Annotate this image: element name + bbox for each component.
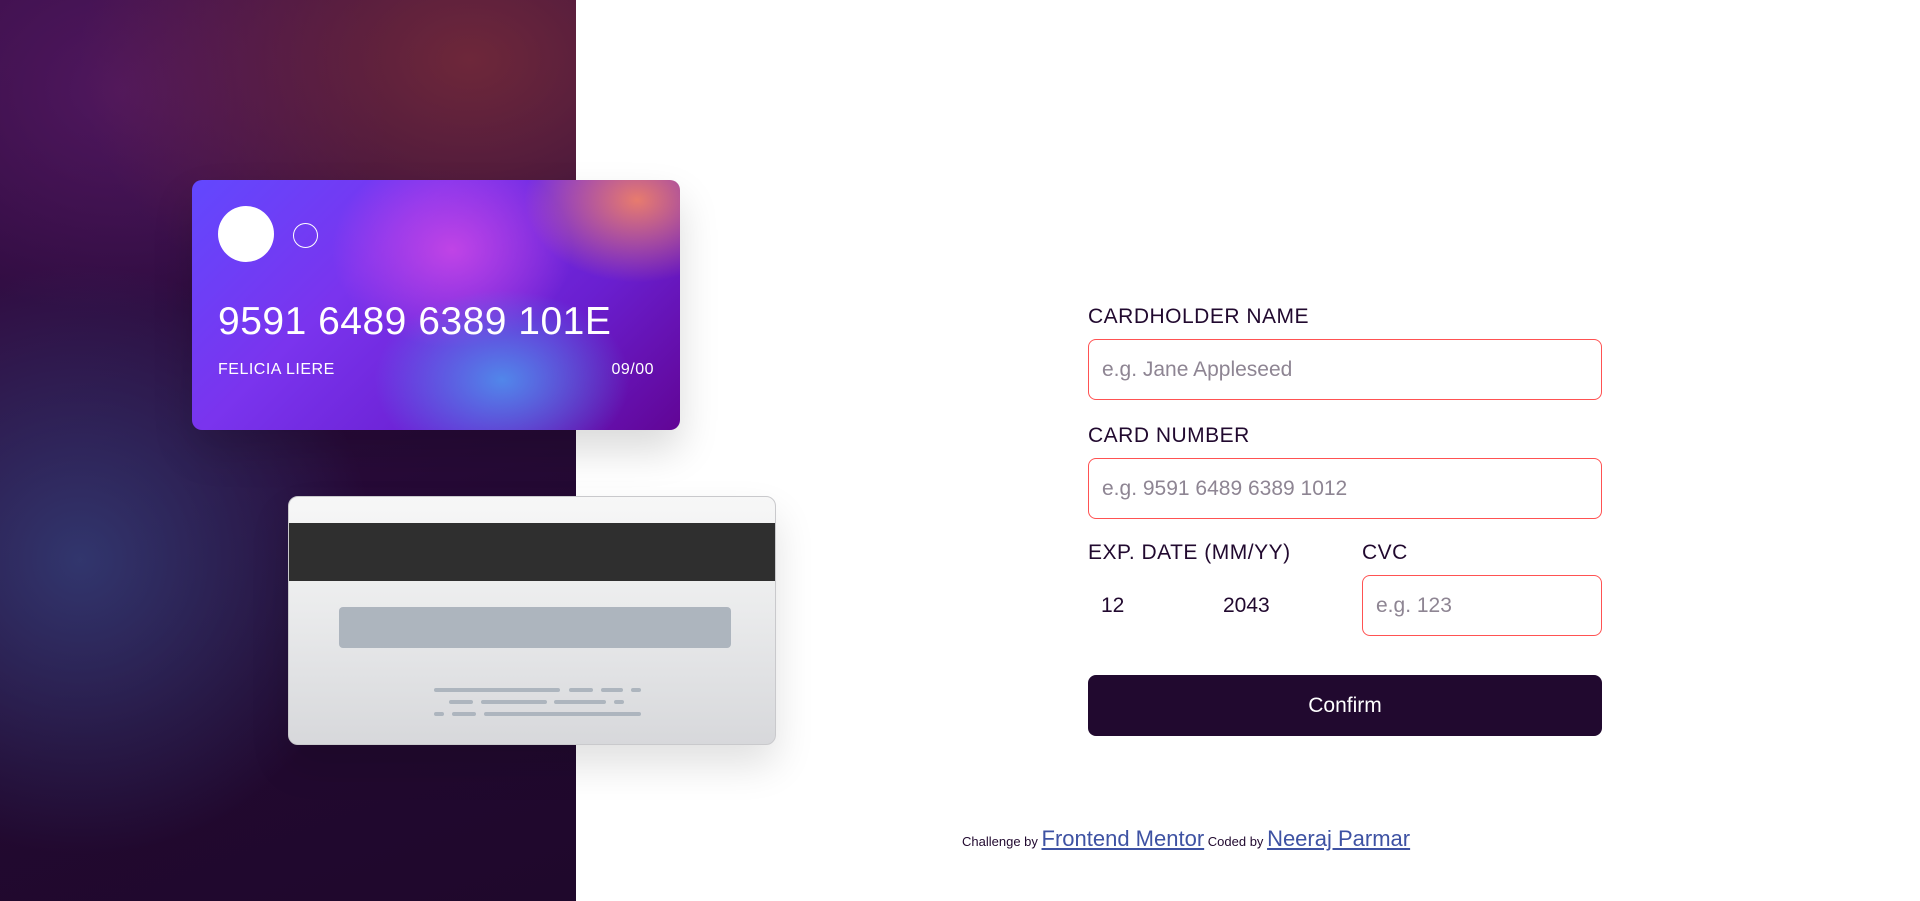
challenge-by-text: Challenge by [962, 834, 1038, 849]
expiry-month-input[interactable] [1088, 575, 1223, 636]
frontend-mentor-link[interactable]: Frontend Mentor [1042, 826, 1205, 851]
card-front-number: 9591 6489 6389 101E [218, 300, 612, 343]
cardholder-name-label: CARDHOLDER NAME [1088, 305, 1310, 328]
card-logo-outline-circle-icon [293, 223, 318, 248]
card-number-group: CARD NUMBER [1088, 424, 1602, 519]
coded-by-text: Coded by [1207, 834, 1264, 849]
card-details-form: CARDHOLDER NAME CARD NUMBER EXP. DATE (M… [1088, 305, 1602, 736]
expiry-year-input[interactable] [1223, 575, 1333, 636]
cvc-group: CVC [1362, 541, 1602, 636]
card-number-input[interactable] [1088, 458, 1602, 519]
author-link[interactable]: Neeraj Parmar [1267, 826, 1410, 851]
card-back-fine-print [289, 497, 775, 744]
decorative-background-panel [0, 0, 576, 901]
cardholder-name-group: CARDHOLDER NAME [1088, 305, 1602, 400]
expiry-label: EXP. DATE (MM/YY) [1088, 541, 1291, 564]
card-number-label: CARD NUMBER [1088, 424, 1250, 447]
cvc-label: CVC [1362, 541, 1408, 564]
expiry-cvc-row: EXP. DATE (MM/YY) CVC [1088, 541, 1602, 636]
cvc-input[interactable] [1362, 575, 1602, 636]
cardholder-name-input[interactable] [1088, 339, 1602, 400]
confirm-button[interactable]: Confirm [1088, 675, 1602, 736]
attribution-footer: Challenge by Frontend Mentor Coded by Ne… [962, 826, 1410, 852]
card-front-expiry: 09/00 [611, 361, 654, 378]
expiry-inputs [1088, 575, 1362, 636]
expiry-group: EXP. DATE (MM/YY) [1088, 541, 1362, 636]
card-front-holder-name: FELICIA LIERE [218, 361, 335, 378]
card-back [288, 496, 776, 745]
card-front: 9591 6489 6389 101E FELICIA LIERE 09/00 [192, 180, 680, 430]
card-logo-filled-circle-icon [218, 206, 274, 262]
